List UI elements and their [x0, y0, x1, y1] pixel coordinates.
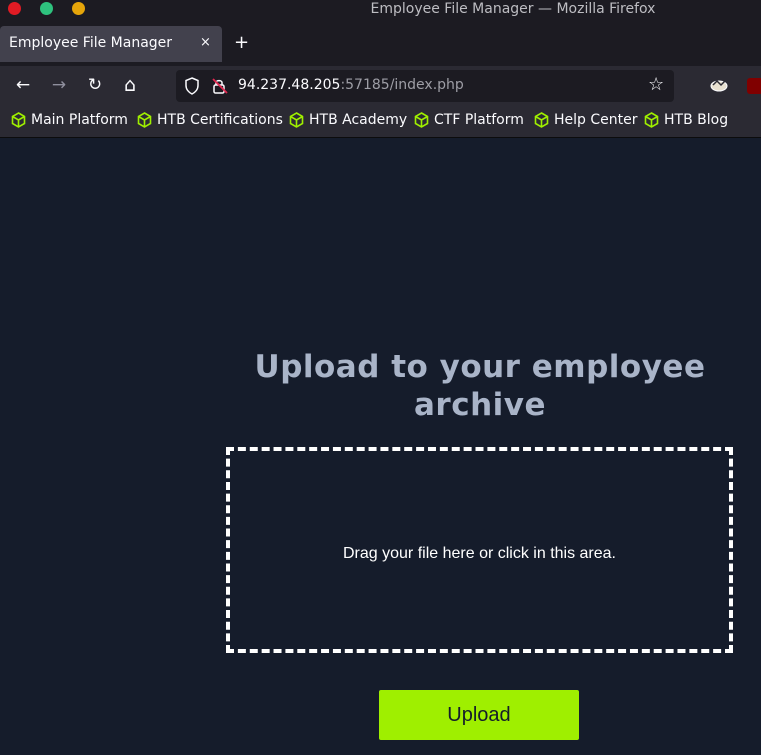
insecure-lock-icon[interactable] [211, 77, 229, 95]
bookmark-label: HTB Blog [664, 112, 729, 128]
url-host: 94.237.48.205 [238, 77, 341, 93]
reload-button[interactable]: ↻ [84, 74, 106, 96]
drop-zone-text: Drag your file here or click in this are… [343, 545, 616, 562]
htb-cube-icon [11, 112, 26, 128]
ublock-origin-icon[interactable] [747, 78, 761, 94]
upload-button[interactable]: Upload [379, 690, 579, 740]
bookmark-label: HTB Certifications [157, 112, 283, 128]
close-tab-icon[interactable]: × [200, 35, 211, 50]
bookmark-label: HTB Academy [309, 112, 408, 128]
back-button[interactable]: ← [12, 74, 34, 96]
htb-cube-icon [644, 112, 659, 128]
bookmark-label: Main Platform [31, 112, 128, 128]
tab-label: Employee File Manager [9, 35, 173, 51]
bookmark-label: Help Center [554, 112, 638, 128]
htb-cube-icon [414, 112, 429, 128]
bookmark-main-platform[interactable]: Main Platform [11, 112, 128, 128]
new-tab-button[interactable]: + [234, 32, 249, 53]
bookmark-help-center[interactable]: Help Center [534, 112, 638, 128]
url-bar[interactable]: 94.237.48.205:57185/index.php ☆ [176, 70, 674, 102]
bookmark-htb-academy[interactable]: HTB Academy [289, 112, 407, 128]
htb-cube-icon [289, 112, 304, 128]
page-title: Upload to your employee archive [254, 349, 706, 423]
url-path: :57185/index.php [340, 77, 464, 93]
bookmarks-toolbar: Main Platform HTB Certifications HTB Aca… [0, 104, 761, 138]
bookmark-ctf-platform[interactable]: CTF Platform [414, 112, 524, 128]
shield-icon[interactable] [184, 77, 200, 95]
tab-strip: Employee File Manager × + [0, 20, 761, 66]
forward-button[interactable]: → [48, 74, 70, 96]
bookmark-htb-blog[interactable]: HTB Blog [644, 112, 728, 128]
htb-cube-icon [137, 112, 152, 128]
url-text[interactable]: 94.237.48.205:57185/index.php [238, 77, 464, 93]
navigation-bar: ← → ↻ ⌂ 94.237.48.205:57185/index.php ☆ [0, 66, 761, 104]
bookmark-htb-certifications[interactable]: HTB Certifications [137, 112, 283, 128]
home-button[interactable]: ⌂ [119, 74, 141, 96]
bookmark-star-icon[interactable]: ☆ [648, 74, 664, 95]
page-content: Upload to your employee archive Drag you… [0, 138, 761, 755]
bookmark-label: CTF Platform [434, 112, 524, 128]
file-drop-zone[interactable]: Drag your file here or click in this are… [226, 447, 733, 653]
tab-employee-file-manager[interactable]: Employee File Manager × [0, 26, 222, 62]
htb-cube-icon [534, 112, 549, 128]
extension-icon[interactable] [709, 77, 729, 93]
window-title: Employee File Manager — Mozilla Firefox [370, 1, 656, 17]
window-titlebar: Employee File Manager — Mozilla Firefox [0, 0, 761, 20]
